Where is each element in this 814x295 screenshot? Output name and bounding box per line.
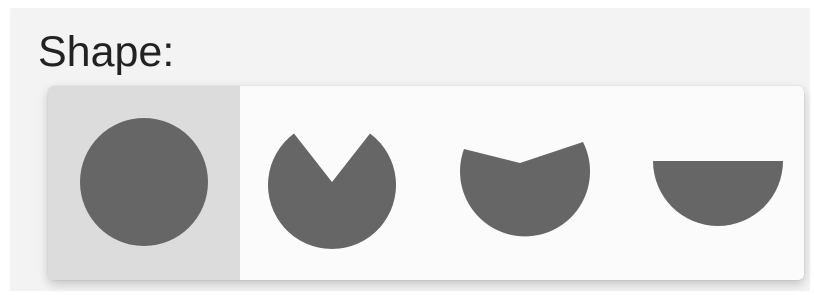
shape-picker [48, 86, 804, 280]
pie-notch-icon [268, 133, 396, 249]
half-circle-icon [653, 161, 783, 226]
shape-setting-panel: Shape: [10, 8, 810, 291]
shape-option-wide-notch[interactable] [424, 86, 616, 280]
shape-option-full-circle[interactable] [48, 86, 240, 280]
shape-option-half-circle[interactable] [612, 86, 804, 280]
wide-notch-icon [460, 142, 591, 237]
full-circle-icon [80, 118, 208, 246]
shape-label: Shape: [38, 28, 175, 76]
shape-option-pie-notch[interactable] [236, 86, 428, 280]
